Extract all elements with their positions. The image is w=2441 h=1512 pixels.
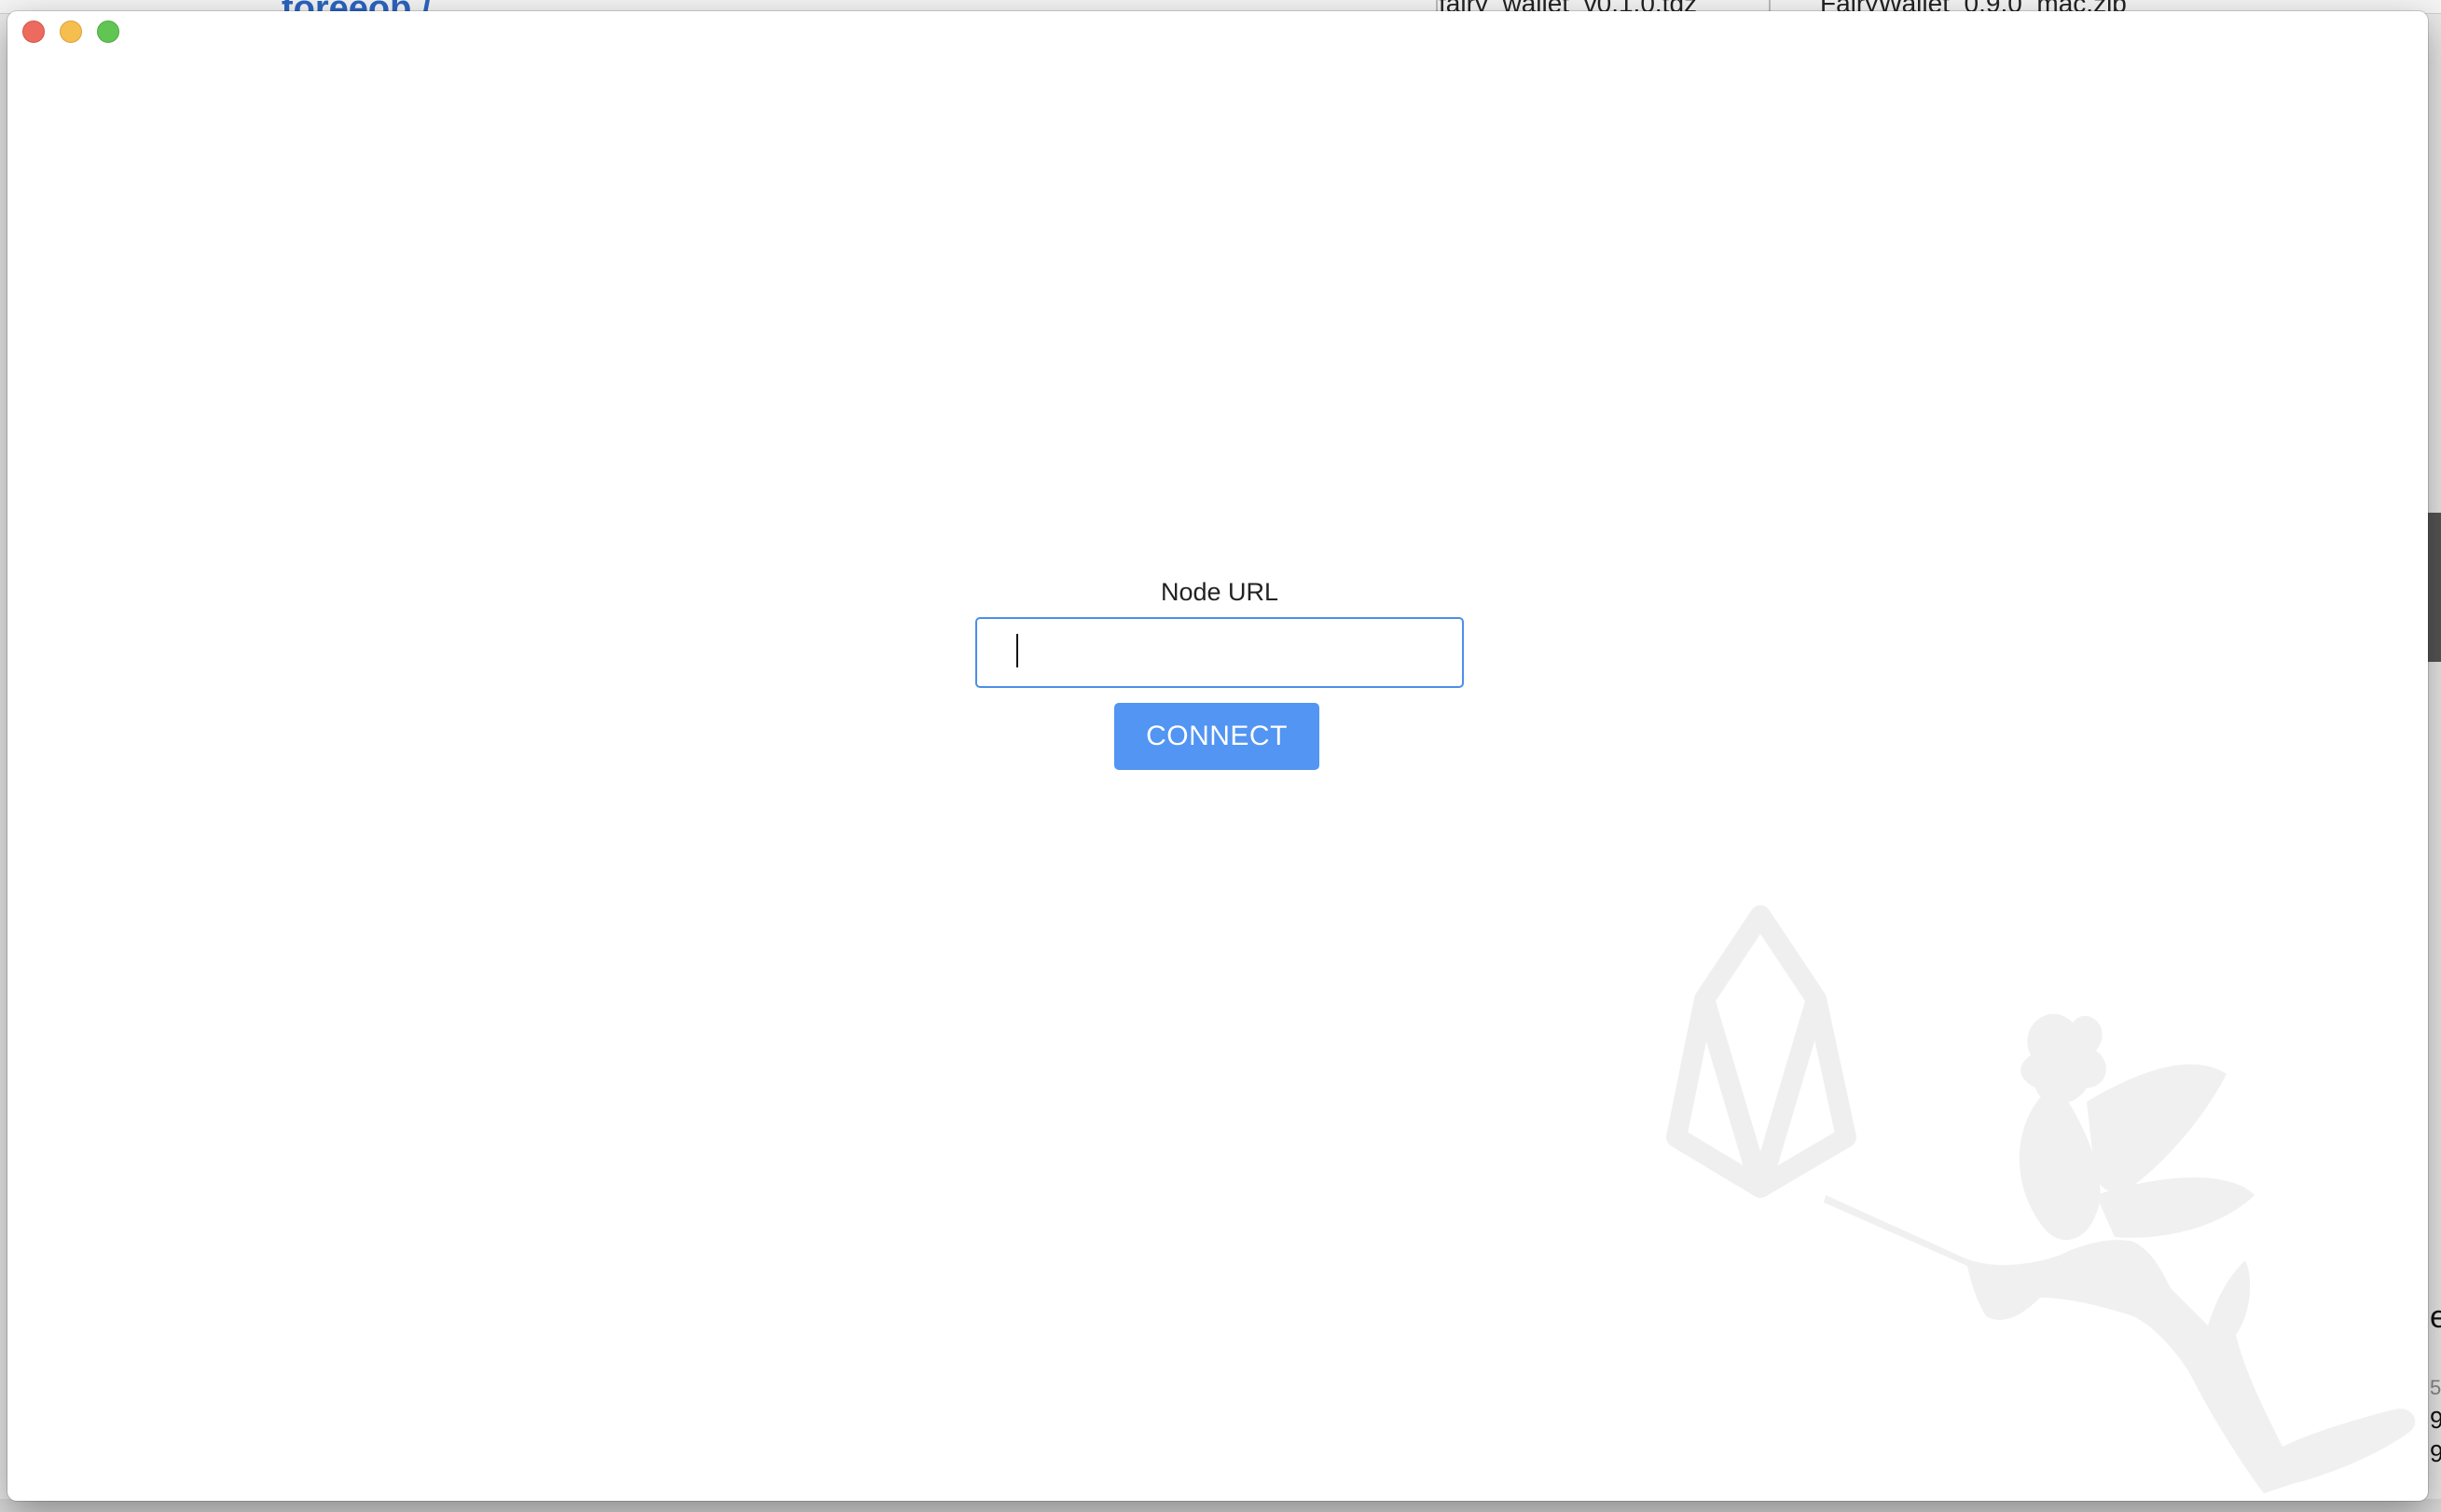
app-window: Node URL CONNECT: [7, 11, 2428, 1501]
background-bottom-strip: [0, 1499, 2441, 1512]
text-caret: [1016, 634, 1018, 667]
eos-logo-icon: [1666, 905, 1856, 1198]
background-image-edge: [2428, 513, 2441, 662]
maximize-window-button[interactable]: [97, 21, 119, 43]
node-url-input[interactable]: [975, 617, 1464, 688]
close-window-button[interactable]: [22, 21, 45, 43]
watermark-illustration: [1666, 905, 2416, 1493]
background-edge-char: 9: [2430, 1406, 2441, 1434]
minimize-window-button[interactable]: [60, 21, 82, 43]
fairy-icon: [1824, 1013, 2416, 1493]
background-edge-char: 9: [2430, 1439, 2441, 1467]
connect-button[interactable]: CONNECT: [1114, 703, 1319, 770]
background-edge-char: 5: [2430, 1376, 2441, 1399]
node-url-label: Node URL: [1160, 578, 1279, 606]
background-edge-char: e: [2430, 1299, 2441, 1335]
